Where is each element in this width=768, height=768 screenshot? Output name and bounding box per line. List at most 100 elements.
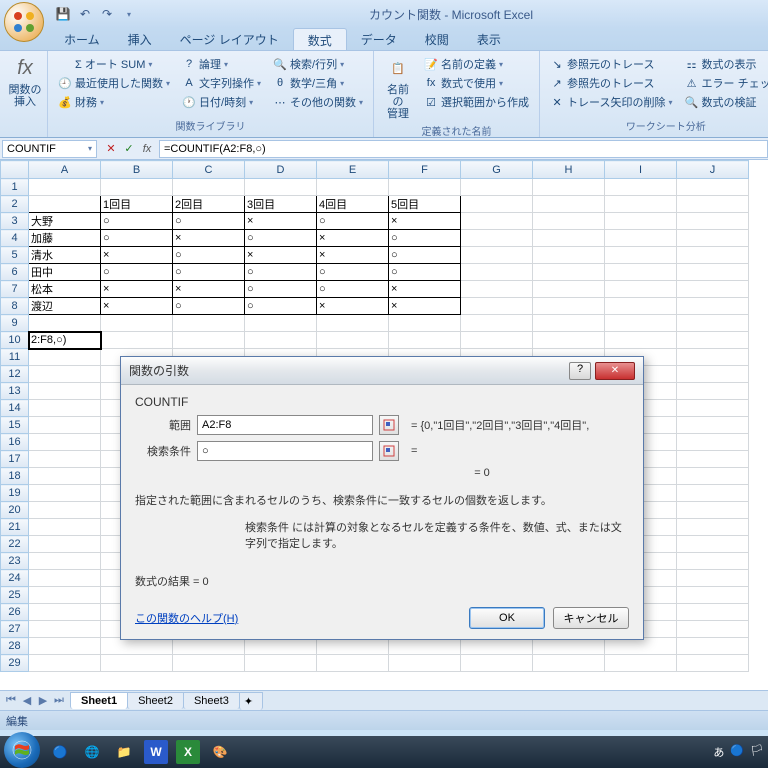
datetime-button[interactable]: 🕐日付/時刻▾: [178, 93, 265, 111]
cell[interactable]: 田中: [29, 264, 101, 281]
cell[interactable]: ×: [101, 281, 173, 298]
cell[interactable]: [605, 213, 677, 230]
cell[interactable]: ×: [389, 281, 461, 298]
column-header[interactable]: C: [173, 161, 245, 179]
cell[interactable]: [533, 247, 605, 264]
column-header[interactable]: A: [29, 161, 101, 179]
cell[interactable]: [173, 655, 245, 672]
cell[interactable]: [677, 502, 749, 519]
cell[interactable]: ○: [389, 247, 461, 264]
cancel-button[interactable]: キャンセル: [553, 607, 629, 629]
cell[interactable]: [245, 655, 317, 672]
cell[interactable]: [677, 213, 749, 230]
taskbar-app-icon[interactable]: 🔵: [48, 740, 72, 764]
cell[interactable]: [389, 315, 461, 332]
cell[interactable]: [605, 264, 677, 281]
ime-indicator[interactable]: あ: [713, 744, 724, 760]
row-header[interactable]: 8: [1, 298, 29, 315]
cell[interactable]: ×: [245, 247, 317, 264]
define-name-button[interactable]: 📝名前の定義▾: [420, 55, 533, 73]
cell[interactable]: [29, 179, 101, 196]
show-formulas-button[interactable]: ⚏数式の表示: [681, 55, 768, 73]
cell[interactable]: [677, 587, 749, 604]
column-header[interactable]: F: [389, 161, 461, 179]
cell[interactable]: [605, 655, 677, 672]
office-button[interactable]: [4, 2, 44, 42]
cell[interactable]: ○: [173, 264, 245, 281]
cell[interactable]: [461, 179, 533, 196]
text-button[interactable]: A文字列操作▾: [178, 74, 265, 92]
cell[interactable]: [245, 638, 317, 655]
row-header[interactable]: 10: [1, 332, 29, 349]
cell[interactable]: ○: [173, 213, 245, 230]
cell[interactable]: ○: [389, 264, 461, 281]
create-from-selection-button[interactable]: ☑選択範囲から作成: [420, 93, 533, 111]
cell[interactable]: ×: [317, 247, 389, 264]
cell[interactable]: [677, 553, 749, 570]
cell[interactable]: 松本: [29, 281, 101, 298]
cell[interactable]: [677, 366, 749, 383]
cell[interactable]: [677, 638, 749, 655]
cell[interactable]: ○: [101, 230, 173, 247]
row-header[interactable]: 9: [1, 315, 29, 332]
row-header[interactable]: 15: [1, 417, 29, 434]
cell[interactable]: [461, 281, 533, 298]
column-header[interactable]: B: [101, 161, 173, 179]
cell[interactable]: [101, 655, 173, 672]
cell[interactable]: ○: [245, 281, 317, 298]
cell[interactable]: [533, 281, 605, 298]
error-check-button[interactable]: ⚠エラー チェック: [681, 74, 768, 92]
row-header[interactable]: 7: [1, 281, 29, 298]
row-header[interactable]: 1: [1, 179, 29, 196]
remove-arrows-button[interactable]: ✕トレース矢印の削除▾: [546, 93, 676, 111]
row-header[interactable]: 28: [1, 638, 29, 655]
arg-criteria-input[interactable]: [197, 441, 373, 461]
row-header[interactable]: 2: [1, 196, 29, 213]
row-header[interactable]: 29: [1, 655, 29, 672]
name-manager-button[interactable]: 📋 名前の 管理: [378, 53, 418, 121]
cell[interactable]: [245, 315, 317, 332]
cell[interactable]: [461, 638, 533, 655]
cell[interactable]: [677, 417, 749, 434]
cell[interactable]: ○: [173, 247, 245, 264]
cell[interactable]: [461, 247, 533, 264]
cell[interactable]: [101, 179, 173, 196]
row-header[interactable]: 25: [1, 587, 29, 604]
cell[interactable]: [389, 655, 461, 672]
cell[interactable]: 2:F8,○): [29, 332, 101, 349]
cell[interactable]: ○: [245, 264, 317, 281]
lookup-button[interactable]: 🔍検索/行列▾: [269, 55, 367, 73]
cell[interactable]: [677, 655, 749, 672]
cell[interactable]: [677, 230, 749, 247]
cell[interactable]: [461, 264, 533, 281]
cell[interactable]: [245, 332, 317, 349]
row-header[interactable]: 4: [1, 230, 29, 247]
range-selector-button[interactable]: [379, 415, 399, 435]
cell[interactable]: 渡辺: [29, 298, 101, 315]
cell[interactable]: [605, 247, 677, 264]
cell[interactable]: [677, 383, 749, 400]
cell[interactable]: [29, 196, 101, 213]
cell[interactable]: [677, 434, 749, 451]
cell[interactable]: ×: [389, 213, 461, 230]
cell[interactable]: 5回目: [389, 196, 461, 213]
cell[interactable]: [29, 400, 101, 417]
row-header[interactable]: 14: [1, 400, 29, 417]
cell[interactable]: [461, 213, 533, 230]
cell[interactable]: [605, 179, 677, 196]
sheet-nav-prev-icon[interactable]: ◀: [20, 694, 34, 707]
ok-button[interactable]: OK: [469, 607, 545, 629]
row-header[interactable]: 5: [1, 247, 29, 264]
formula-input[interactable]: =COUNTIF(A2:F8,○): [159, 140, 768, 158]
cell[interactable]: [29, 451, 101, 468]
cell[interactable]: [389, 638, 461, 655]
select-all-corner[interactable]: [1, 161, 29, 179]
cell[interactable]: [677, 485, 749, 502]
cell[interactable]: [317, 332, 389, 349]
cell[interactable]: [677, 247, 749, 264]
cell[interactable]: [389, 179, 461, 196]
cell[interactable]: [29, 468, 101, 485]
cell[interactable]: ○: [389, 230, 461, 247]
cell[interactable]: [173, 332, 245, 349]
cell[interactable]: [29, 655, 101, 672]
